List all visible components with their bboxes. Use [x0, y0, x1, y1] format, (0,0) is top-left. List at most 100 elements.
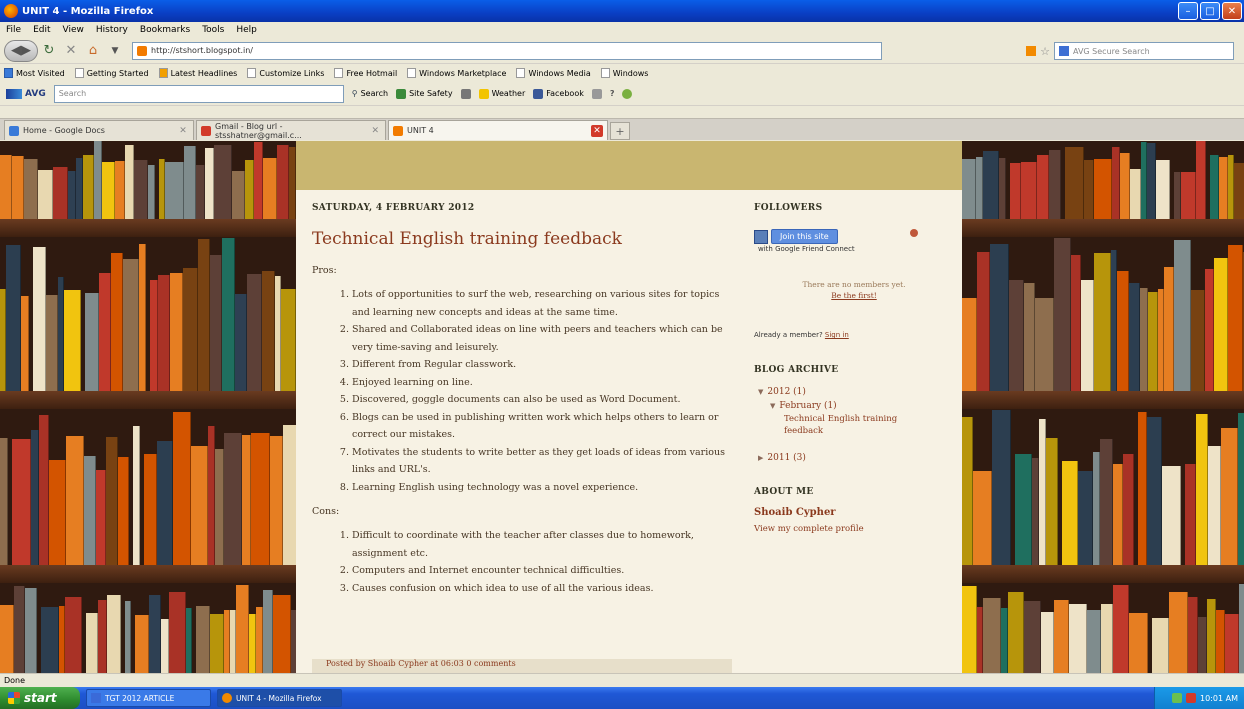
followers-heading: FOLLOWERS [754, 203, 823, 213]
menu-view[interactable]: View [63, 25, 84, 35]
taskbar-item-word[interactable]: TGT 2012 ARTICLE [86, 689, 211, 707]
home-icon[interactable]: ⌂ [82, 41, 104, 61]
book-spine [263, 589, 273, 673]
clock[interactable]: 10:01 AM [1200, 694, 1238, 703]
tab-close-icon[interactable]: ✕ [177, 125, 189, 137]
blog-archive-list: ▼ 2012 (1) ▼ February (1) Technical Englis… [754, 385, 954, 465]
post-date: SATURDAY, 4 FEBRUARY 2012 [312, 203, 475, 213]
menu-bookmarks[interactable]: Bookmarks [140, 25, 190, 35]
help-button[interactable]: ? [610, 89, 615, 98]
google-docs-icon [9, 125, 19, 136]
weather-button[interactable]: Weather [478, 88, 525, 99]
expand-triangle-icon[interactable]: ▼ [758, 388, 763, 396]
rss-icon[interactable] [1026, 46, 1037, 56]
menu-history[interactable]: History [96, 25, 128, 35]
tab-google-docs[interactable]: Home - Google Docs ✕ [4, 120, 194, 140]
archive-year-2011[interactable]: ▶ 2011 (3) [758, 451, 954, 465]
archive-month-february[interactable]: ▼ February (1) [770, 399, 954, 413]
bookshelf-background-right [962, 141, 1244, 673]
bookmark-latest-headlines[interactable]: Latest Headlines [158, 68, 237, 78]
post-footer[interactable]: Posted by Shoaib Cypher at 06:03 0 comme… [312, 659, 732, 673]
blog-post: SATURDAY, 4 FEBRUARY 2012 Technical Engl… [312, 203, 732, 597]
archive-post-link[interactable]: Technical English training feedback [784, 413, 914, 437]
url-bar[interactable]: http://stshort.blogspot.in/ [132, 41, 882, 60]
author-name-link[interactable]: Shoaib Cypher [754, 507, 954, 518]
minimize-button[interactable]: – [1178, 2, 1198, 20]
gmail-icon [201, 125, 211, 136]
search-input[interactable]: AVG Secure Search [1054, 42, 1234, 60]
book-spine [1037, 155, 1049, 219]
book-spine [1024, 283, 1035, 391]
avg-search-input[interactable]: Search [53, 84, 344, 103]
menu-file[interactable]: File [6, 25, 21, 35]
avg-search-button[interactable]: ⚲ Search [352, 89, 388, 98]
star-icon[interactable]: ☆ [1040, 45, 1050, 58]
bookmark-windows-media[interactable]: Windows Media [516, 68, 591, 78]
calendar-button[interactable] [591, 88, 602, 99]
bookmark-icon [247, 68, 257, 78]
book-spine [245, 159, 254, 219]
book-spine [196, 605, 210, 673]
bookmark-customize-links[interactable]: Customize Links [247, 68, 324, 78]
expand-triangle-icon[interactable]: ▼ [770, 402, 775, 410]
book-spine [1024, 600, 1041, 673]
back-button[interactable]: ◀▶ [4, 39, 38, 62]
tab-close-icon[interactable]: ✕ [591, 124, 603, 137]
dropdown-icon[interactable]: ▼ [104, 41, 126, 61]
blog-sidebar: FOLLOWERS Join this site with Google Fri… [754, 203, 954, 534]
start-button[interactable]: start [0, 687, 80, 709]
book-spine [1130, 169, 1141, 219]
sign-in-link[interactable]: Sign in [825, 331, 849, 339]
settings-button[interactable] [622, 88, 633, 99]
network-icon[interactable] [1172, 693, 1183, 703]
bookmark-most-visited[interactable]: Most Visited [4, 68, 65, 78]
close-button[interactable]: ✕ [1222, 2, 1242, 20]
avg-logo[interactable]: AVG [6, 88, 46, 99]
bookmark-free-hotmail[interactable]: Free Hotmail [334, 68, 397, 78]
join-label: Join this site [771, 229, 838, 244]
tab-unit-4[interactable]: UNIT 4 ✕ [388, 120, 608, 140]
book-spine [1196, 413, 1208, 565]
bookmark-windows[interactable]: Windows [600, 68, 648, 78]
be-first-link[interactable]: Be the first! [831, 291, 876, 300]
book-spine [149, 594, 161, 673]
join-site-button[interactable]: Join this site [754, 229, 954, 244]
book-spine [254, 142, 263, 219]
menu-edit[interactable]: Edit [33, 25, 50, 35]
archive-month-label[interactable]: February (1) [779, 401, 836, 411]
bookmark-windows-marketplace[interactable]: Windows Marketplace [407, 68, 506, 78]
book-spine [1084, 160, 1094, 219]
menu-tools[interactable]: Tools [202, 25, 224, 35]
avg-logo-icon [6, 88, 22, 99]
tab-close-icon[interactable]: ✕ [369, 125, 381, 137]
maximize-button[interactable]: □ [1200, 2, 1220, 20]
book-spine [125, 601, 131, 673]
security-alert-icon[interactable] [1186, 693, 1197, 703]
collapsed-triangle-icon[interactable]: ▶ [758, 454, 763, 462]
window-title-bar[interactable]: UNIT 4 - Mozilla Firefox – □ ✕ [0, 0, 1244, 22]
book-spine [170, 272, 183, 391]
menu-help[interactable]: Help [236, 25, 257, 35]
reload-icon[interactable]: ↻ [38, 41, 60, 61]
site-safety-button[interactable]: Site Safety [396, 88, 453, 99]
bookmark-getting-started[interactable]: Getting Started [74, 68, 149, 78]
book-spine [273, 594, 291, 673]
archive-year-2012[interactable]: ▼ 2012 (1) [758, 385, 954, 399]
facebook-button[interactable]: Facebook [533, 88, 584, 99]
avg-menu-button[interactable] [460, 88, 471, 99]
book-spine [1196, 141, 1206, 219]
archive-year-label[interactable]: 2011 (3) [767, 453, 806, 463]
archive-post-label[interactable]: Technical English training feedback [784, 414, 897, 436]
archive-year-label[interactable]: 2012 (1) [767, 387, 806, 397]
view-profile-link[interactable]: View my complete profile [754, 524, 954, 534]
post-title[interactable]: Technical English training feedback [312, 229, 732, 249]
book-spine [94, 141, 102, 219]
taskbar-item-label: TGT 2012 ARTICLE [105, 693, 175, 703]
tab-gmail[interactable]: Gmail - Blog url - stsshatner@gmail.c...… [196, 120, 386, 140]
windows-taskbar: start TGT 2012 ARTICLE UNIT 4 - Mozilla … [0, 687, 1244, 709]
stop-icon[interactable]: ✕ [60, 41, 82, 61]
taskbar-item-firefox[interactable]: UNIT 4 - Mozilla Firefox [217, 689, 342, 707]
book-spine [186, 607, 192, 673]
settings-gear-icon[interactable] [910, 229, 918, 237]
new-tab-button[interactable]: + [610, 122, 630, 140]
